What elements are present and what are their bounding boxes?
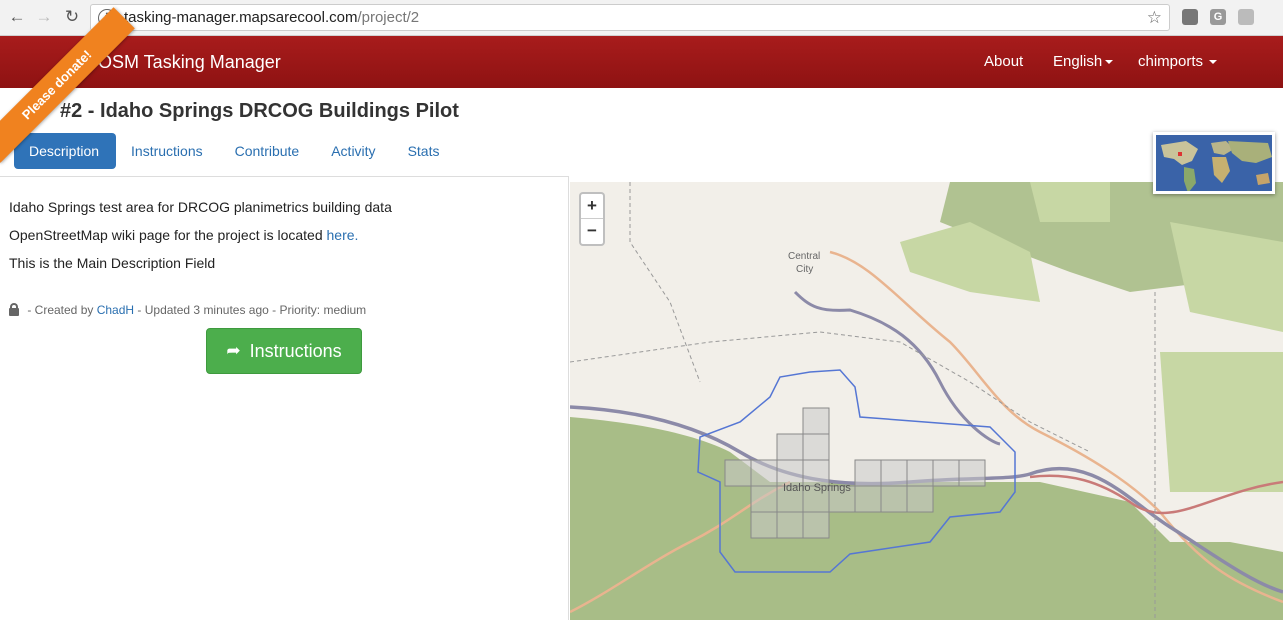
task-grid: [724, 407, 986, 539]
task-cell[interactable]: [802, 511, 830, 539]
task-cell[interactable]: [906, 485, 934, 513]
zoom-in-button[interactable]: +: [581, 194, 603, 219]
nav-about[interactable]: About: [984, 53, 1023, 70]
map-label-city: City: [796, 264, 814, 275]
tab-description[interactable]: Description: [14, 133, 117, 169]
task-cell[interactable]: [854, 459, 882, 487]
bookmark-star-icon[interactable]: ☆: [1147, 8, 1162, 28]
instructions-button-label: Instructions: [249, 340, 342, 361]
description-panel: Idaho Springs test area for DRCOG planim…: [0, 176, 569, 620]
brand-title[interactable]: OSM Tasking Manager: [98, 52, 281, 73]
wiki-link[interactable]: here.: [327, 227, 359, 243]
url-host: tasking-manager.mapsarecool.com: [124, 9, 358, 26]
user-label: chimports: [1138, 53, 1204, 70]
extension-grid-icon[interactable]: [1238, 9, 1254, 25]
extension-icon[interactable]: [1182, 9, 1198, 25]
extension-g-icon[interactable]: G: [1210, 9, 1226, 25]
task-cell[interactable]: [724, 459, 752, 487]
caret-down-icon: [1209, 60, 1218, 65]
lock-icon: [9, 302, 19, 316]
task-cell[interactable]: [854, 485, 882, 513]
zoom-out-button[interactable]: −: [581, 219, 603, 244]
task-cell[interactable]: [932, 459, 960, 487]
description-line-3: This is the Main Description Field: [9, 255, 216, 271]
task-cell[interactable]: [750, 459, 778, 487]
task-cell[interactable]: [802, 407, 830, 435]
task-cell[interactable]: [880, 485, 908, 513]
project-meta: - Created by ChadH - Updated 3 minutes a…: [9, 302, 367, 317]
task-cell[interactable]: [958, 459, 986, 487]
task-cell[interactable]: [776, 511, 804, 539]
caret-down-icon: [1105, 60, 1114, 65]
task-cell[interactable]: [750, 485, 778, 513]
task-cell[interactable]: [750, 511, 778, 539]
task-cell[interactable]: [880, 459, 908, 487]
tab-contribute[interactable]: Contribute: [220, 133, 317, 169]
task-cell[interactable]: [776, 433, 804, 461]
language-label: English: [1053, 53, 1103, 70]
address-bar[interactable]: i tasking-manager.mapsarecool.com/projec…: [90, 4, 1170, 31]
back-icon[interactable]: ←: [6, 6, 28, 28]
page-title: #2 - Idaho Springs DRCOG Buildings Pilot: [60, 100, 459, 122]
world-map-icon: [1156, 135, 1272, 191]
forward-icon[interactable]: →: [33, 6, 55, 28]
tab-activity[interactable]: Activity: [316, 133, 392, 169]
description-line-2: OpenStreetMap wiki page for the project …: [9, 227, 358, 243]
project-map[interactable]: Idaho Springs Central City + −: [570, 182, 1283, 620]
tab-instructions[interactable]: Instructions: [116, 133, 220, 169]
project-tabs: Description Instructions Contribute Acti…: [14, 133, 456, 169]
meta-created-prefix: - Created by: [24, 303, 97, 317]
reload-icon[interactable]: ↻: [61, 6, 83, 28]
map-label-idaho-springs: Idaho Springs: [783, 482, 851, 494]
map-label-central: Central: [788, 251, 821, 262]
zoom-control: + −: [579, 192, 605, 246]
instructions-button[interactable]: ➦ Instructions: [206, 328, 362, 374]
author-link[interactable]: ChadH: [97, 303, 134, 317]
task-cell[interactable]: [802, 433, 830, 461]
share-arrow-icon: ➦: [226, 341, 241, 360]
nav-language-dropdown[interactable]: English: [1053, 53, 1114, 70]
description-line-1: Idaho Springs test area for DRCOG planim…: [9, 199, 392, 215]
browser-toolbar: ← → ↻ i tasking-manager.mapsarecool.com/…: [0, 0, 1283, 36]
nav-user-dropdown[interactable]: chimports: [1138, 53, 1218, 70]
description-line-2-text: OpenStreetMap wiki page for the project …: [9, 227, 327, 243]
tab-stats[interactable]: Stats: [393, 133, 457, 169]
overview-minimap[interactable]: [1153, 132, 1275, 194]
task-cell[interactable]: [906, 459, 934, 487]
url-path: /project/2: [357, 9, 420, 26]
meta-updated: - Updated 3 minutes ago - Priority: medi…: [134, 303, 367, 317]
app-navbar: OSM Tasking Manager About English chimpo…: [0, 36, 1283, 88]
